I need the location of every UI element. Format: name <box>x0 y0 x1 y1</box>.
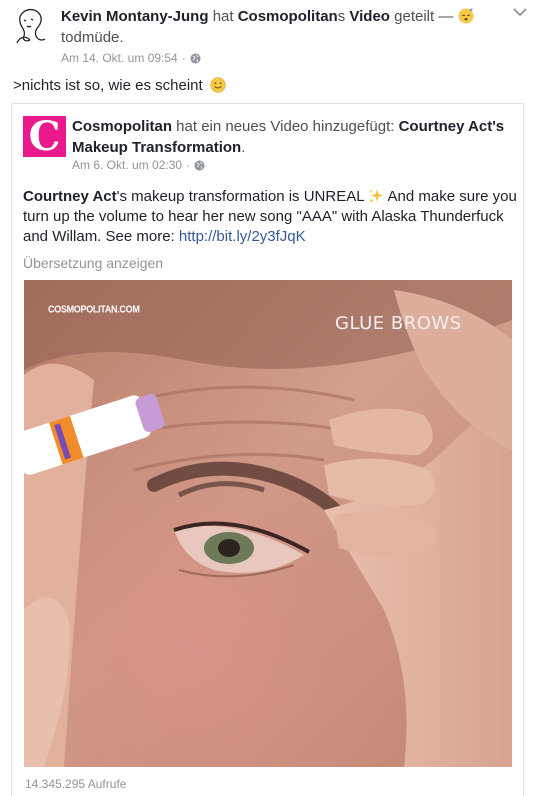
shared-post-body: Courtney Act's makeup transformation is … <box>23 187 517 247</box>
shared-object-link[interactable]: Video <box>349 8 390 25</box>
title-period: . <box>241 139 246 156</box>
action-text: geteilt — <box>394 8 454 25</box>
post-message: >nichts ist so, wie es scheint <box>13 77 203 94</box>
shared-page-name[interactable]: Cosmopolitan <box>238 8 338 25</box>
post-meta: Am 14. Okt. um 09:54 · <box>61 51 201 65</box>
video-frame <box>24 280 512 767</box>
meta-separator: · <box>181 51 186 65</box>
possessive-text: s <box>337 8 346 25</box>
view-count: 14.345.295 Aufrufe <box>25 777 127 791</box>
video-watermark: COSMOPOLITAN.COM <box>48 303 140 315</box>
courtney-act-link[interactable]: Courtney Act <box>23 188 117 205</box>
author-name[interactable]: Kevin Montany-Jung <box>61 8 209 25</box>
body-text-1: 's makeup transformation is UNREAL <box>116 188 365 205</box>
verb-text: hat <box>212 8 234 25</box>
shared-action-text: hat ein neues Video hinzugefügt: <box>176 118 395 135</box>
globe-icon <box>194 159 205 171</box>
translate-link[interactable]: Übersetzung anzeigen <box>23 255 163 271</box>
shared-post-meta: Am 6. Okt. um 02:30 · <box>72 158 205 172</box>
globe-icon <box>190 52 201 64</box>
post-timestamp[interactable]: Am 14. Okt. um 09:54 <box>61 51 178 65</box>
shared-post-card[interactable]: C Cosmopolitan hat ein neues Video hinzu… <box>11 103 524 796</box>
cosmopolitan-logo[interactable]: C <box>23 116 66 157</box>
shared-timestamp[interactable]: Am 6. Okt. um 02:30 <box>72 158 182 172</box>
post-text: >nichts ist so, wie es scheint <box>13 76 226 96</box>
shared-meta-separator: · <box>186 158 191 172</box>
post-header: Kevin Montany-Jung hat Cosmopolitans Vid… <box>0 0 542 70</box>
shared-post-header: Cosmopolitan hat ein neues Video hinzuge… <box>72 116 517 158</box>
post-header-text: Kevin Montany-Jung hat Cosmopolitans Vid… <box>61 6 491 48</box>
smiley-emoji-icon <box>210 77 226 93</box>
sleepy-emoji-icon <box>458 7 474 24</box>
video-player[interactable]: COSMOPOLITAN.COM GLUE BROWS <box>24 280 512 767</box>
avatar[interactable] <box>12 6 50 44</box>
feeling-text: todmüde. <box>61 29 124 46</box>
chevron-down-icon[interactable] <box>512 6 528 18</box>
shared-page-link[interactable]: Cosmopolitan <box>72 118 172 135</box>
see-more-link[interactable]: http://bit.ly/2y3fJqK <box>179 228 306 245</box>
video-overlay-label: GLUE BROWS <box>335 313 462 334</box>
sparkles-emoji-icon <box>369 189 384 203</box>
